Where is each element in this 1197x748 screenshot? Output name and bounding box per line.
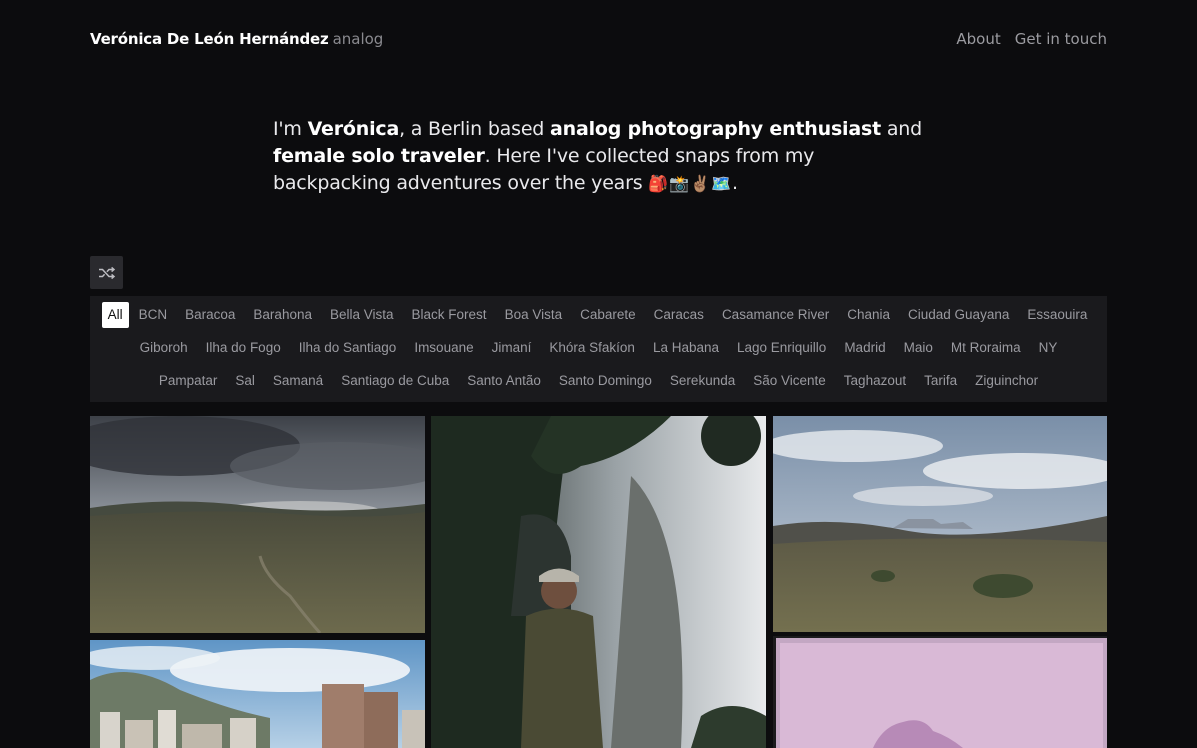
site-tagline: analog [332,30,384,48]
filter-chip[interactable]: Santo Domingo [551,368,660,394]
site-owner-name[interactable]: Verónica De León Hernández [90,30,329,48]
intro-text-5: . [731,172,738,194]
shuffle-button[interactable] [90,256,123,289]
shuffle-icon [98,266,115,279]
filter-chip[interactable]: Boa Vista [497,302,571,328]
filter-chip[interactable]: São Vicente [745,368,834,394]
gallery-photo[interactable] [773,636,1107,748]
gallery-photo[interactable] [773,416,1107,632]
nav-about-link[interactable]: About [956,30,1000,48]
intro-text-2: , a Berlin based [399,118,551,140]
filter-chip[interactable]: Tarifa [916,368,965,394]
filter-chip[interactable]: Essaouira [1019,302,1095,328]
filter-chip[interactable]: Chania [839,302,898,328]
filter-chip[interactable]: Santiago de Cuba [333,368,457,394]
gallery-photo[interactable] [90,416,425,633]
filter-chip[interactable]: Pampatar [151,368,226,394]
filter-chip[interactable]: Maio [896,335,941,361]
filter-chip[interactable]: Serekunda [662,368,743,394]
intro-text: I'm Verónica, a Berlin based analog phot… [273,116,933,197]
gallery-photo[interactable] [90,640,425,748]
filter-chip[interactable]: Taghazout [836,368,914,394]
gallery-photo[interactable] [431,416,766,748]
intro-traveler: female solo traveler [273,145,485,167]
filter-chip[interactable]: Sal [227,368,263,394]
filter-chip[interactable]: Ilha do Santiago [291,335,405,361]
filter-chip[interactable]: Black Forest [404,302,495,328]
intro-name: Verónica [307,118,400,140]
main-nav: About Get in touch [942,28,1107,50]
filter-chip[interactable]: Ilha do Fogo [198,335,289,361]
filter-chip[interactable]: Samaná [265,368,331,394]
filter-chip[interactable]: Baracoa [177,302,243,328]
filter-chip[interactable]: Caracas [646,302,712,328]
filter-chip[interactable]: Cabarete [572,302,644,328]
filter-chip[interactable]: Mt Roraima [943,335,1029,361]
filter-chip[interactable]: Imsouane [406,335,481,361]
filter-chip[interactable]: Santo Antão [459,368,549,394]
filter-chip[interactable]: Giboroh [132,335,196,361]
site-header: Verónica De León Hernández analog About Ge… [90,28,1107,50]
filter-chip[interactable]: Madrid [836,335,893,361]
filter-chip-all[interactable]: All [101,302,129,328]
filter-chip[interactable]: La Habana [645,335,727,361]
filter-chip[interactable]: BCN [131,302,176,328]
intro-text-1: I'm [273,118,308,140]
site-brand[interactable]: Verónica De León Hernández analog [90,28,383,50]
filter-chip[interactable]: Barahona [245,302,320,328]
filter-chip[interactable]: Bella Vista [322,302,402,328]
intro-enthusiast: analog photography enthusiast [550,118,881,140]
filter-chip[interactable]: Casamance River [714,302,837,328]
filter-chip[interactable]: Lago Enriquillo [729,335,834,361]
intro-emoji: 🎒📸✌🏽🗺️ [648,174,732,193]
intro-text-3: and [880,118,922,140]
filter-chip[interactable]: Khóra Sfakíon [541,335,643,361]
filter-chip[interactable]: Ziguinchor [967,368,1046,394]
nav-get-in-touch-link[interactable]: Get in touch [1015,30,1107,48]
location-filter-bar: All BCN Baracoa Barahona Bella Vista Black Fo… [90,296,1107,402]
filter-chip[interactable]: Jimaní [484,335,540,361]
filter-chip[interactable]: NY [1031,335,1066,361]
filter-chip[interactable]: Ciudad Guayana [900,302,1017,328]
